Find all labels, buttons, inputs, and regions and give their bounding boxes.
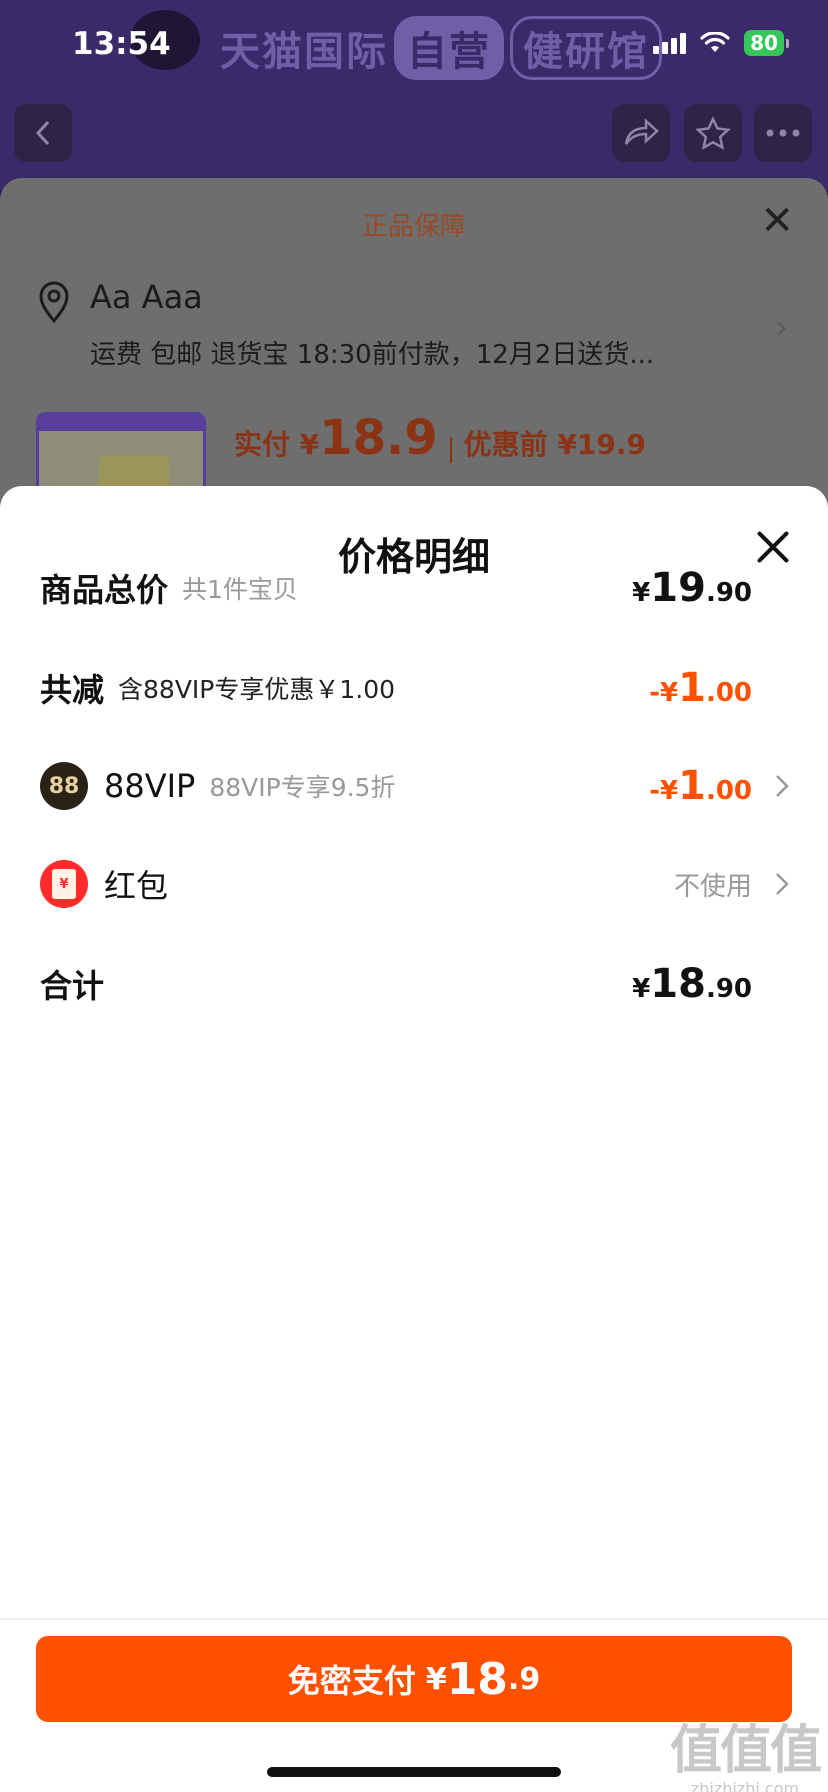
watermark-url: zhizhizhi.com	[690, 1779, 800, 1792]
before-discount-price: 优惠前 ¥19.9	[463, 428, 646, 461]
order-confirm-sheet: 正品保障 ✕ Aa Aaa 运费 包邮 退货宝 18:30前付款，12月2日送货…	[0, 178, 828, 532]
nav-bar	[0, 100, 828, 170]
back-button[interactable]	[14, 104, 72, 162]
address-name[interactable]: Aa Aaa	[90, 278, 203, 316]
chevron-right-icon[interactable]	[774, 854, 790, 914]
pay-amount-int: 18	[446, 1653, 508, 1705]
row-total: 合计 ¥18.90	[40, 954, 790, 1014]
watermark: 值值值 zhizhizhi.com	[669, 1708, 822, 1792]
row-sub: 88VIP专享9.5折	[209, 773, 396, 802]
chevron-right-icon[interactable]: ›	[775, 308, 788, 346]
goods-total-amount: ¥19.90	[632, 565, 752, 611]
row-sub: 共1件宝贝	[182, 575, 298, 604]
pay-amount-dec: .9	[507, 1661, 541, 1697]
row-label: 88VIP	[104, 767, 196, 805]
row-88vip[interactable]: 88 88VIP 88VIP专享9.5折 -¥1.00	[40, 756, 790, 816]
delivery-info: 运费 包邮 退货宝 18:30前付款，12月2日送货...	[90, 340, 655, 370]
close-icon[interactable]: ✕	[760, 198, 794, 244]
wifi-icon	[700, 32, 730, 52]
more-button[interactable]	[754, 104, 812, 162]
battery-icon: 80	[744, 30, 789, 56]
red-packet-icon: ¥	[40, 860, 88, 908]
more-dots-icon	[766, 129, 800, 137]
footer-divider	[0, 1618, 828, 1620]
vip-88-icon: 88	[40, 762, 88, 810]
row-sub: 含88VIP专享优惠￥1.00	[118, 675, 396, 704]
star-icon	[695, 116, 731, 150]
cellular-signal-icon	[653, 32, 687, 54]
paid-label: 实付 ¥	[234, 428, 320, 461]
pay-currency: ¥	[425, 1661, 447, 1697]
row-label: 共减	[40, 671, 105, 709]
status-bar: 13:54 80	[0, 0, 828, 90]
location-pin-icon	[39, 281, 69, 324]
red-packet-value: 不使用	[673, 871, 752, 902]
share-button[interactable]	[612, 104, 670, 162]
row-label: 商品总价	[40, 571, 169, 609]
favorite-button[interactable]	[684, 104, 742, 162]
authenticity-guarantee: 正品保障	[361, 212, 466, 242]
home-indicator[interactable]	[267, 1767, 561, 1777]
pay-label: 免密支付	[287, 1662, 416, 1700]
row-total-discount: 共减 含88VIP专享优惠￥1.00 -¥1.00	[40, 658, 790, 718]
status-icons: 80	[653, 30, 789, 56]
row-goods-total: 商品总价 共1件宝贝 ¥19.90	[40, 558, 790, 618]
total-amount: ¥18.90	[632, 961, 752, 1007]
row-label: 合计	[40, 967, 105, 1005]
share-icon	[624, 118, 659, 145]
watermark-logo: 值值值	[669, 1721, 822, 1781]
chevron-right-icon[interactable]	[774, 756, 790, 816]
vip-discount-amount: -¥1.00	[649, 763, 752, 809]
row-label: 红包	[104, 867, 169, 905]
price-detail-sheet: 价格明细 商品总价 共1件宝贝 ¥19.90 共减 含88VIP专享优惠￥1.0…	[0, 486, 828, 1792]
paid-amount: 18.9	[319, 410, 438, 466]
price-summary: 实付 ¥18.9 优惠前 ¥19.9	[234, 410, 646, 466]
status-time: 13:54	[72, 26, 171, 62]
row-red-packet[interactable]: ¥ 红包 不使用	[40, 854, 790, 914]
chevron-left-icon	[35, 120, 50, 146]
total-discount-amount: -¥1.00	[649, 665, 752, 711]
